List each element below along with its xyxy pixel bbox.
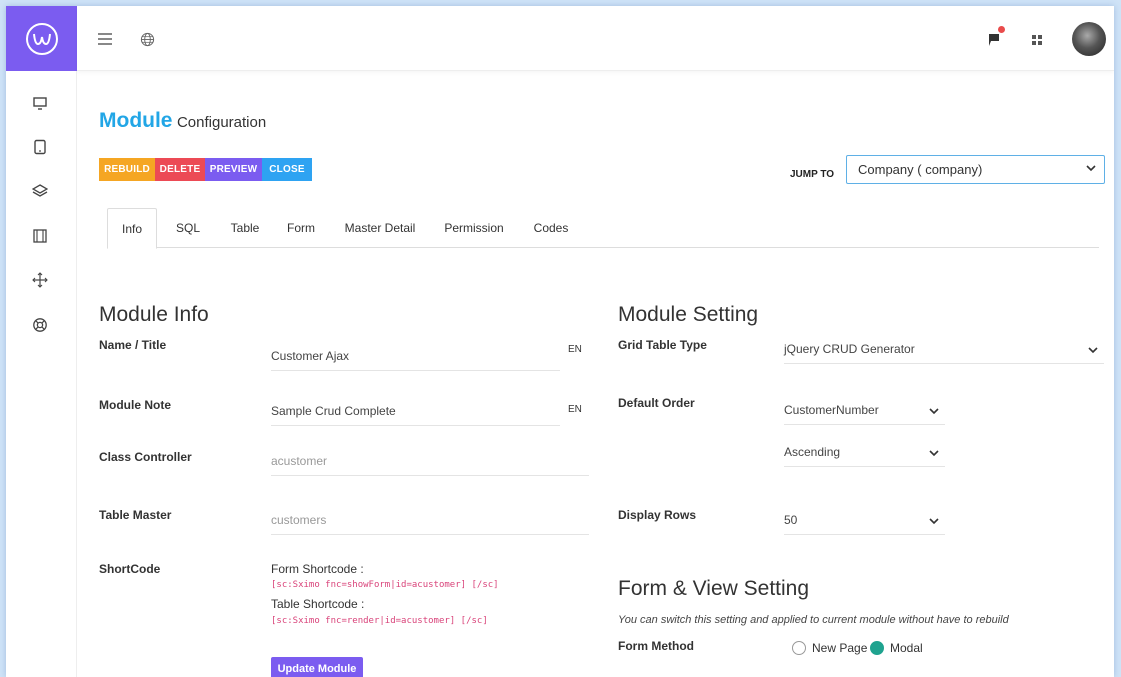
chevron-down-icon (1088, 347, 1098, 354)
table-shortcode-label: Table Shortcode : (271, 597, 365, 611)
form-view-title: Form & View Setting (618, 577, 810, 600)
topbar (77, 6, 1114, 71)
radio-modal-label: Modal (890, 641, 923, 655)
delete-button[interactable]: DELETE (155, 158, 205, 181)
rebuild-button[interactable]: REBUILD (99, 158, 155, 181)
order-field-select[interactable]: CustomerNumber (784, 397, 945, 425)
page-title: Module Configuration (99, 109, 266, 133)
tab-permission[interactable]: Permission (435, 208, 513, 248)
radio-modal[interactable]: Modal (870, 641, 923, 655)
form-shortcode-label: Form Shortcode : (271, 562, 364, 576)
tab-master-detail[interactable]: Master Detail (331, 208, 429, 248)
preview-button[interactable]: PREVIEW (205, 158, 262, 181)
lifebuoy-icon[interactable] (31, 316, 49, 334)
grid-type-select[interactable]: jQuery CRUD Generator (784, 336, 1104, 364)
jump-to-select[interactable]: Company ( company) (846, 155, 1105, 184)
name-label: Name / Title (99, 338, 167, 352)
film-icon[interactable] (31, 227, 49, 245)
tab-info[interactable]: Info (107, 208, 157, 249)
radio-new-page-label: New Page (812, 641, 868, 655)
main-content: Module Configuration REBUILD DELETE PREV… (77, 71, 1114, 677)
logo[interactable] (6, 6, 77, 71)
tab-form[interactable]: Form (277, 208, 325, 248)
avatar[interactable] (1072, 22, 1106, 56)
note-lang[interactable]: EN (568, 404, 582, 415)
tab-table[interactable]: Table (219, 208, 271, 248)
globe-icon[interactable] (139, 31, 155, 47)
note-label: Module Note (99, 398, 171, 412)
form-shortcode: [sc:Sximo fnc=showForm|id=acustomer] [/s… (271, 580, 499, 590)
controller-label: Class Controller (99, 450, 192, 464)
grid-type-label: Grid Table Type (618, 338, 707, 352)
notification-badge (998, 26, 1005, 33)
display-rows-value: 50 (784, 513, 798, 527)
controller-field[interactable]: acustomer (271, 448, 589, 476)
table-master-label: Table Master (99, 508, 172, 522)
chevron-down-icon (1086, 165, 1096, 172)
page-title-main: Module (99, 109, 173, 132)
app-window: Module Configuration REBUILD DELETE PREV… (6, 6, 1114, 677)
shortcode-label: ShortCode (99, 562, 161, 576)
layers-icon[interactable] (31, 182, 49, 200)
logo-icon (25, 22, 58, 55)
close-button[interactable]: CLOSE (262, 158, 312, 181)
hamburger-icon[interactable] (97, 31, 113, 47)
order-field-value: CustomerNumber (784, 403, 879, 417)
order-direction-select[interactable]: Ascending (784, 439, 945, 467)
monitor-icon[interactable] (31, 94, 49, 112)
name-lang[interactable]: EN (568, 344, 582, 355)
radio-new-page[interactable]: New Page (792, 641, 867, 655)
name-field[interactable]: Customer Ajax (271, 343, 560, 371)
tab-bar: Info SQL Table Form Master Detail Permis… (107, 208, 1099, 249)
chevron-down-icon (929, 518, 939, 525)
tab-codes[interactable]: Codes (519, 208, 583, 248)
default-order-label: Default Order (618, 396, 695, 410)
jump-to-value: Company ( company) (858, 162, 983, 177)
module-setting-title: Module Setting (618, 303, 759, 326)
tablet-icon[interactable] (31, 138, 49, 156)
jump-to-label: JUMP TO (790, 169, 835, 180)
sidebar (6, 6, 77, 677)
form-view-note: You can switch this setting and applied … (618, 614, 1009, 626)
module-info-title: Module Info (99, 303, 209, 326)
update-module-button[interactable]: Update Module (271, 657, 363, 677)
chevron-down-icon (929, 408, 939, 415)
grid-icon[interactable] (1030, 33, 1044, 47)
radio-modal-circle[interactable] (870, 641, 884, 655)
page-title-sub: Configuration (176, 114, 267, 131)
table-shortcode: [sc:Sximo fnc=render|id=acustomer] [/sc] (271, 616, 488, 626)
grid-type-value: jQuery CRUD Generator (784, 342, 915, 356)
tab-sql[interactable]: SQL (163, 208, 213, 248)
note-field[interactable]: Sample Crud Complete (271, 398, 560, 426)
order-direction-value: Ascending (784, 445, 841, 459)
form-method-label: Form Method (618, 639, 694, 653)
table-master-field[interactable]: customers (271, 507, 589, 535)
radio-new-page-circle[interactable] (792, 641, 806, 655)
display-rows-select[interactable]: 50 (784, 507, 945, 535)
display-rows-label: Display Rows (618, 508, 697, 522)
move-icon[interactable] (31, 271, 49, 289)
chevron-down-icon (929, 450, 939, 457)
